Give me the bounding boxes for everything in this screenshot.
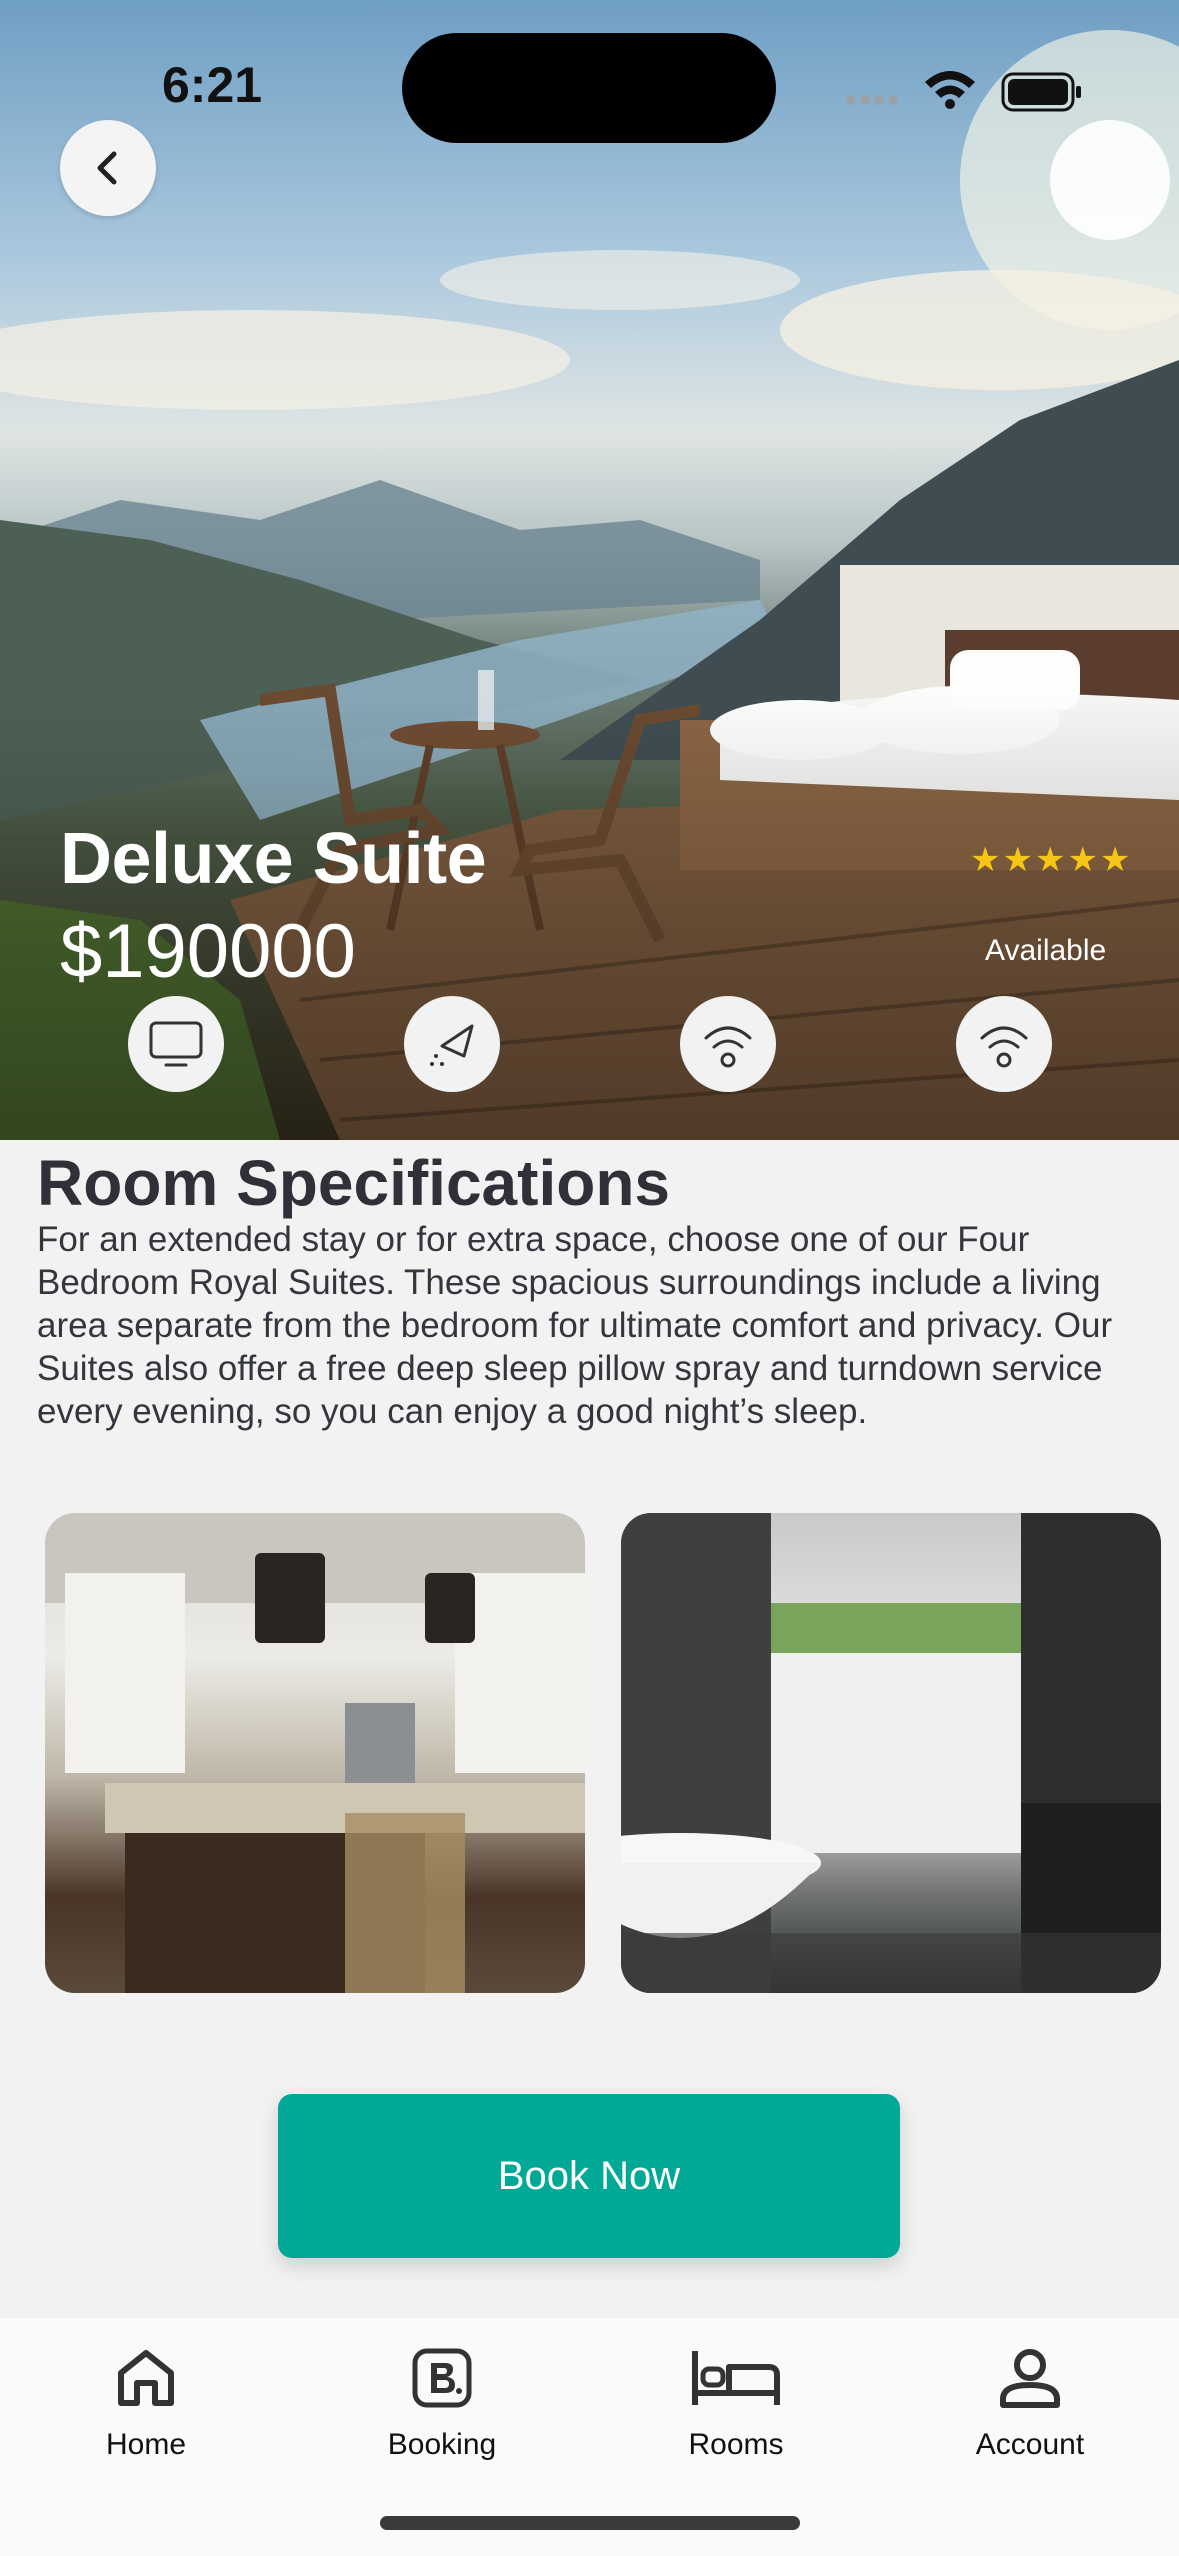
amenity-wifi[interactable] — [680, 996, 776, 1092]
kitchen-photo[interactable] — [45, 1513, 585, 1993]
dynamic-island — [402, 33, 776, 143]
wifi-icon — [980, 1026, 1028, 1068]
room-name: Deluxe Suite — [60, 819, 487, 899]
tab-home-label: Home — [105, 2428, 187, 2461]
kitchen-illustration — [45, 1513, 585, 1993]
specifications-title: Room Specifications — [37, 1147, 670, 1219]
signal-icon — [846, 95, 898, 105]
bed-icon — [692, 2351, 780, 2405]
specifications-description: For an extended stay or for extra space,… — [37, 1220, 1113, 1431]
tab-account[interactable]: Account — [930, 2338, 1130, 2478]
home-icon — [118, 2350, 174, 2406]
book-now-button[interactable]: Book Now — [278, 2094, 900, 2258]
chevron-left-icon — [97, 151, 117, 185]
tab-booking[interactable]: Booking — [342, 2338, 542, 2478]
home-indicator — [380, 2516, 800, 2530]
amenity-cleaning[interactable] — [404, 996, 500, 1092]
tab-home[interactable]: Home — [46, 2338, 246, 2478]
tab-rooms[interactable]: Rooms — [636, 2338, 836, 2478]
room-price: $190000 — [60, 909, 356, 994]
rating-stars: ★★★★★ — [970, 841, 1133, 879]
back-button[interactable] — [60, 120, 156, 216]
cleaning-icon — [430, 1024, 474, 1066]
wifi-status-icon — [925, 71, 975, 109]
battery-icon — [1001, 72, 1081, 112]
bathroom-illustration — [621, 1513, 1161, 1993]
bathroom-photo[interactable] — [621, 1513, 1161, 1993]
account-icon — [1000, 2349, 1060, 2408]
booking-icon — [412, 2348, 472, 2408]
status-time: 6:21 — [162, 57, 263, 113]
amenity-wifi-2[interactable] — [956, 996, 1052, 1092]
tv-icon — [149, 1021, 203, 1067]
availability-label: Available — [985, 934, 1107, 967]
amenity-tv[interactable] — [128, 996, 224, 1092]
tab-account-label: Account — [975, 2428, 1085, 2461]
status-icons — [846, 71, 1081, 112]
wifi-icon — [704, 1026, 752, 1068]
tab-booking-label: Booking — [387, 2428, 497, 2461]
tab-rooms-label: Rooms — [688, 2428, 784, 2461]
